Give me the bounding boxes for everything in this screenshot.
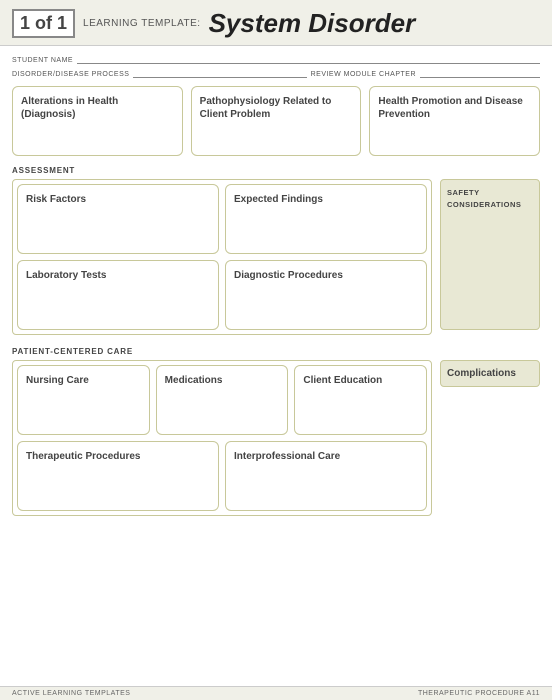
pcc-section: PATIENT-CENTERED CARE Nursing Care Medic… [0,343,552,520]
risk-factors-box: Risk Factors [17,184,219,254]
client-education-box: Client Education [294,365,427,435]
pcc-main: PATIENT-CENTERED CARE Nursing Care Medic… [12,347,432,516]
complications-label: Complications [447,368,516,379]
page-header: 1 of 1 LEARNING TEMPLATE: System Disorde… [0,0,552,46]
pcc-top-row: Nursing Care Medications Client Educatio… [17,365,427,435]
student-info-section: STUDENT NAME DISORDER/DISEASE PROCESS RE… [0,46,552,80]
student-name-row: STUDENT NAME [12,52,540,64]
interprofessional-care-box: Interprofessional Care [225,441,427,511]
disorder-row: DISORDER/DISEASE PROCESS REVIEW MODULE C… [12,66,540,78]
footer-right: THERAPEUTIC PROCEDURE A11 [418,690,540,697]
interprofessional-care-label: Interprofessional Care [234,451,340,462]
assessment-grid: Risk Factors Expected Findings Laborator… [17,184,427,330]
footer-left: ACTIVE LEARNING TEMPLATES [12,690,130,697]
diagnostic-procedures-box: Diagnostic Procedures [225,260,427,330]
template-title: System Disorder [209,8,416,39]
assessment-main: ASSESSMENT Risk Factors Expected Finding… [12,166,432,335]
safety-panel: SAFETY CONSIDERATIONS [440,179,540,330]
pcc-header-row: PATIENT-CENTERED CARE Nursing Care Medic… [12,347,540,516]
assessment-title: ASSESSMENT [12,166,432,175]
health-promotion-label: Health Promotion and Disease Prevention [378,96,522,120]
assessment-row1: Risk Factors Expected Findings [17,184,427,254]
disorder-label: DISORDER/DISEASE PROCESS [12,71,129,78]
template-label: LEARNING TEMPLATE: [83,18,201,29]
pathophysiology-box: Pathophysiology Related to Client Proble… [191,86,362,156]
risk-factors-label: Risk Factors [26,194,86,205]
review-label: REVIEW MODULE CHAPTER [311,71,416,78]
student-name-label: STUDENT NAME [12,57,73,64]
assessment-area: Risk Factors Expected Findings Laborator… [12,179,432,335]
expected-findings-box: Expected Findings [225,184,427,254]
safety-side: ASSESSMENT SAFETY CONSIDERATIONS [440,166,540,335]
review-line [420,66,540,78]
client-education-label: Client Education [303,375,382,386]
medications-box: Medications [156,365,289,435]
disorder-line [133,66,306,78]
page-footer: ACTIVE LEARNING TEMPLATES THERAPEUTIC PR… [0,686,552,700]
student-name-line [77,52,540,64]
laboratory-tests-box: Laboratory Tests [17,260,219,330]
nursing-care-box: Nursing Care [17,365,150,435]
diagnostic-procedures-label: Diagnostic Procedures [234,270,343,281]
therapeutic-procedures-label: Therapeutic Procedures [26,451,140,462]
pcc-title: PATIENT-CENTERED CARE [12,347,432,356]
nursing-care-label: Nursing Care [26,375,89,386]
health-promotion-box: Health Promotion and Disease Prevention [369,86,540,156]
pathophysiology-label: Pathophysiology Related to Client Proble… [200,96,332,120]
safety-title: SAFETY CONSIDERATIONS [447,188,521,209]
alterations-label: Alterations in Health (Diagnosis) [21,96,118,120]
complications-box: Complications [440,360,540,387]
top-boxes-section: Alterations in Health (Diagnosis) Pathop… [0,80,552,162]
laboratory-tests-label: Laboratory Tests [26,270,106,281]
page-indicator: 1 of 1 [12,9,75,38]
complications-side: CARE Complications [440,347,540,516]
pcc-bottom-row: Therapeutic Procedures Interprofessional… [17,441,427,511]
therapeutic-procedures-box: Therapeutic Procedures [17,441,219,511]
medications-label: Medications [165,375,223,386]
assessment-header-row: ASSESSMENT Risk Factors Expected Finding… [12,166,540,335]
alterations-box: Alterations in Health (Diagnosis) [12,86,183,156]
assessment-section: ASSESSMENT Risk Factors Expected Finding… [0,162,552,339]
expected-findings-label: Expected Findings [234,194,323,205]
assessment-row2: Laboratory Tests Diagnostic Procedures [17,260,427,330]
pcc-area: Nursing Care Medications Client Educatio… [12,360,432,516]
